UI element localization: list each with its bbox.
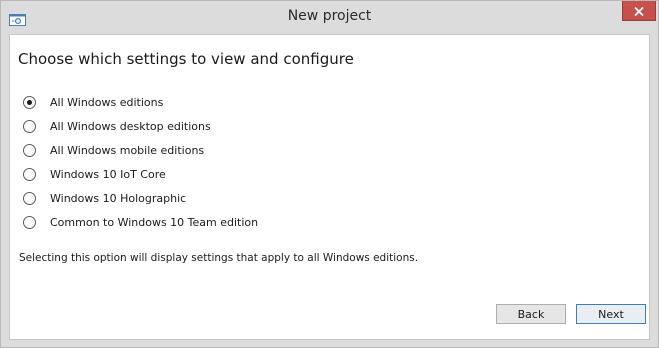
radio-label: Common to Windows 10 Team edition bbox=[50, 215, 259, 229]
radio-label: All Windows mobile editions bbox=[50, 143, 205, 157]
window-title: New project bbox=[287, 8, 372, 24]
radio-button[interactable] bbox=[23, 191, 36, 205]
radio-button[interactable] bbox=[23, 167, 36, 181]
radio-label: Windows 10 Holographic bbox=[50, 191, 187, 205]
radio-button[interactable] bbox=[23, 143, 36, 157]
dialog-content: Choose which settings to view and config… bbox=[9, 34, 650, 340]
radio-label: Windows 10 IoT Core bbox=[50, 167, 166, 181]
page-heading: Choose which settings to view and config… bbox=[18, 50, 354, 68]
next-button[interactable]: Next bbox=[576, 304, 646, 324]
radio-windows-10-team-edition[interactable]: Common to Windows 10 Team edition bbox=[23, 213, 258, 231]
title-bar[interactable]: New project bbox=[1, 1, 658, 34]
close-icon bbox=[634, 1, 644, 20]
back-button[interactable]: Back bbox=[496, 304, 566, 324]
new-project-window: New project Choose which settings to vie… bbox=[0, 0, 659, 348]
radio-all-windows-desktop-editions[interactable]: All Windows desktop editions bbox=[23, 117, 211, 135]
radio-button[interactable] bbox=[23, 95, 36, 109]
radio-all-windows-editions[interactable]: All Windows editions bbox=[23, 93, 163, 111]
radio-label: All Windows editions bbox=[50, 95, 164, 109]
radio-button[interactable] bbox=[23, 119, 36, 133]
radio-all-windows-mobile-editions[interactable]: All Windows mobile editions bbox=[23, 141, 204, 159]
option-description: Selecting this option will display setti… bbox=[19, 252, 419, 264]
radio-windows-10-holographic[interactable]: Windows 10 Holographic bbox=[23, 189, 186, 207]
close-button[interactable] bbox=[622, 1, 656, 21]
radio-selected-dot bbox=[27, 99, 32, 105]
radio-windows-10-iot-core[interactable]: Windows 10 IoT Core bbox=[23, 165, 166, 183]
radio-button[interactable] bbox=[23, 215, 36, 229]
radio-label: All Windows desktop editions bbox=[50, 119, 211, 133]
